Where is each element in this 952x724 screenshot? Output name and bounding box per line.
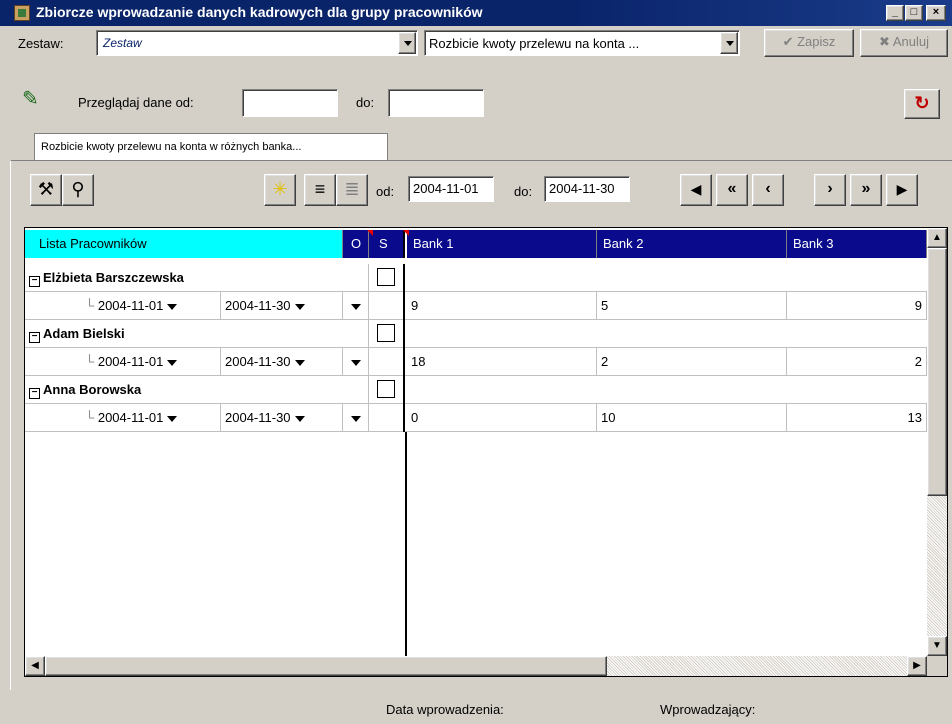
browse-from-label: Przeglądaj dane od:	[78, 95, 194, 110]
cancel-button[interactable]: ✖ Anuluj	[860, 29, 948, 57]
employee-detail-row[interactable]: └ 2004-11-01 2004-11-30 18 2 2	[25, 348, 927, 376]
collapse-icon[interactable]: −	[29, 332, 40, 343]
chevron-down-icon[interactable]	[351, 303, 361, 310]
header-bank2[interactable]: Bank 2	[597, 230, 787, 258]
minimize-button[interactable]: _	[886, 5, 904, 21]
vertical-scroll-track[interactable]	[927, 496, 947, 636]
new-icon[interactable]: ✳	[264, 174, 296, 206]
employee-detail-row[interactable]: └ 2004-11-01 2004-11-30 0 10 13	[25, 404, 927, 432]
employee-name: Adam Bielski	[43, 326, 125, 341]
employee-row[interactable]: − Elżbieta Barszczewska	[25, 264, 927, 292]
browse-to-input[interactable]	[388, 89, 484, 117]
chevron-down-icon[interactable]	[167, 303, 178, 310]
chevron-down-icon[interactable]	[351, 415, 361, 422]
date-from: 2004-11-01	[97, 410, 164, 425]
app-icon	[14, 5, 30, 21]
tools-icon[interactable]: ⚒	[30, 174, 62, 206]
bank3-value[interactable]: 9	[787, 292, 927, 320]
date-to: 2004-11-30	[225, 410, 291, 425]
close-button[interactable]: ×	[926, 5, 946, 21]
last-record-icon[interactable]: »	[850, 174, 882, 206]
delete-row-icon[interactable]: ≣	[336, 174, 368, 206]
bank2-value[interactable]: 10	[597, 404, 787, 432]
vertical-scrollbar[interactable]: ▲ ▼	[927, 228, 947, 656]
employee-row[interactable]: − Adam Bielski	[25, 320, 927, 348]
zestaw-value: Zestaw	[103, 36, 142, 50]
browse-from-input[interactable]	[242, 89, 338, 117]
scroll-up-icon[interactable]: ▲	[927, 228, 947, 248]
employee-name: Elżbieta Barszczewska	[43, 270, 184, 285]
first-record-icon[interactable]: «	[716, 174, 748, 206]
horizontal-scrollbar[interactable]: ◀ ▶	[25, 656, 947, 676]
title-bar: Zbiorcze wprowadzanie danych kadrowych d…	[0, 0, 952, 26]
status-bar: Data wprowadzenia: Wprowadzający:	[0, 696, 952, 724]
zestaw-combo[interactable]: Zestaw	[96, 30, 418, 56]
entry-date-label: Data wprowadzenia:	[386, 702, 504, 717]
chevron-down-icon[interactable]	[167, 415, 178, 422]
prev-record-icon[interactable]: ‹	[752, 174, 784, 206]
employee-grid[interactable]: Lista Pracowników O S Bank 1 Bank 2 Bank…	[24, 227, 948, 677]
maximize-button[interactable]: □	[905, 5, 923, 21]
collapse-icon[interactable]: −	[29, 276, 40, 287]
edit-pencil-icon[interactable]: ✎	[22, 89, 46, 113]
type-dropdown-icon[interactable]	[720, 32, 738, 54]
toolbar-from-label: od:	[376, 184, 395, 199]
scroll-left-icon[interactable]: ◀	[25, 656, 45, 676]
date-to: 2004-11-30	[225, 298, 291, 313]
header-bank3[interactable]: Bank 3	[787, 230, 927, 258]
bank1-value[interactable]: 9	[407, 292, 597, 320]
collapse-icon[interactable]: −	[29, 388, 40, 399]
next-month-icon[interactable]: ▶	[886, 174, 918, 206]
toolbar-to-input[interactable]: 2004-11-30	[544, 176, 630, 202]
next-record-icon[interactable]: ›	[814, 174, 846, 206]
chevron-down-icon[interactable]	[294, 359, 305, 366]
employee-detail-row[interactable]: └ 2004-11-01 2004-11-30 9 5 9	[25, 292, 927, 320]
bank3-value[interactable]: 13	[787, 404, 927, 432]
window-title: Zbiorcze wprowadzanie danych kadrowych d…	[36, 4, 483, 20]
toolbar-to-label: do:	[514, 184, 533, 199]
date-from: 2004-11-01	[97, 298, 164, 313]
sort-marker-o	[367, 230, 373, 236]
bank3-value[interactable]: 2	[787, 348, 927, 376]
chevron-down-icon[interactable]	[167, 359, 178, 366]
toolbar-from-input[interactable]: 2004-11-01	[408, 176, 494, 202]
employee-name: Anna Borowska	[43, 382, 142, 397]
bank2-value[interactable]: 5	[597, 292, 787, 320]
save-button[interactable]: ✔ Zapisz	[764, 29, 854, 57]
employee-row[interactable]: − Anna Borowska	[25, 376, 927, 404]
header-o[interactable]: O	[343, 230, 369, 258]
date-from: 2004-11-01	[97, 354, 164, 369]
chevron-down-icon[interactable]	[294, 415, 305, 422]
entered-by-label: Wprowadzający:	[660, 702, 756, 717]
scroll-right-icon[interactable]: ▶	[907, 656, 927, 676]
chevron-down-icon[interactable]	[294, 303, 305, 310]
zestaw-label: Zestaw:	[18, 36, 64, 51]
header-employee-list[interactable]: Lista Pracowników	[25, 230, 343, 258]
header-bank1[interactable]: Bank 1	[407, 230, 597, 258]
date-to: 2004-11-30	[225, 354, 291, 369]
search-icon[interactable]: ⚲	[62, 174, 94, 206]
tab-bank-split[interactable]: Rozbicie kwoty przelewu na konta w różny…	[34, 133, 388, 161]
type-value: Rozbicie kwoty przelewu na konta ...	[429, 36, 640, 51]
add-row-icon[interactable]: ≡	[304, 174, 336, 206]
horizontal-scroll-track[interactable]	[607, 656, 907, 676]
browse-to-label: do:	[356, 95, 375, 110]
sort-marker-s	[403, 230, 409, 236]
vertical-scroll-thumb[interactable]	[927, 248, 947, 496]
zestaw-dropdown-icon[interactable]	[398, 32, 416, 54]
horizontal-scroll-thumb[interactable]	[45, 656, 607, 676]
bank2-value[interactable]: 2	[597, 348, 787, 376]
scroll-down-icon[interactable]: ▼	[927, 636, 947, 656]
header-s[interactable]: S	[369, 230, 405, 258]
type-combo[interactable]: Rozbicie kwoty przelewu na konta ...	[424, 30, 740, 56]
chevron-down-icon[interactable]	[351, 359, 361, 366]
refresh-icon[interactable]: ↻	[904, 89, 940, 119]
bank1-value[interactable]: 0	[407, 404, 597, 432]
frozen-column-divider	[405, 432, 407, 656]
prev-month-icon[interactable]: ◀	[680, 174, 712, 206]
bank1-value[interactable]: 18	[407, 348, 597, 376]
